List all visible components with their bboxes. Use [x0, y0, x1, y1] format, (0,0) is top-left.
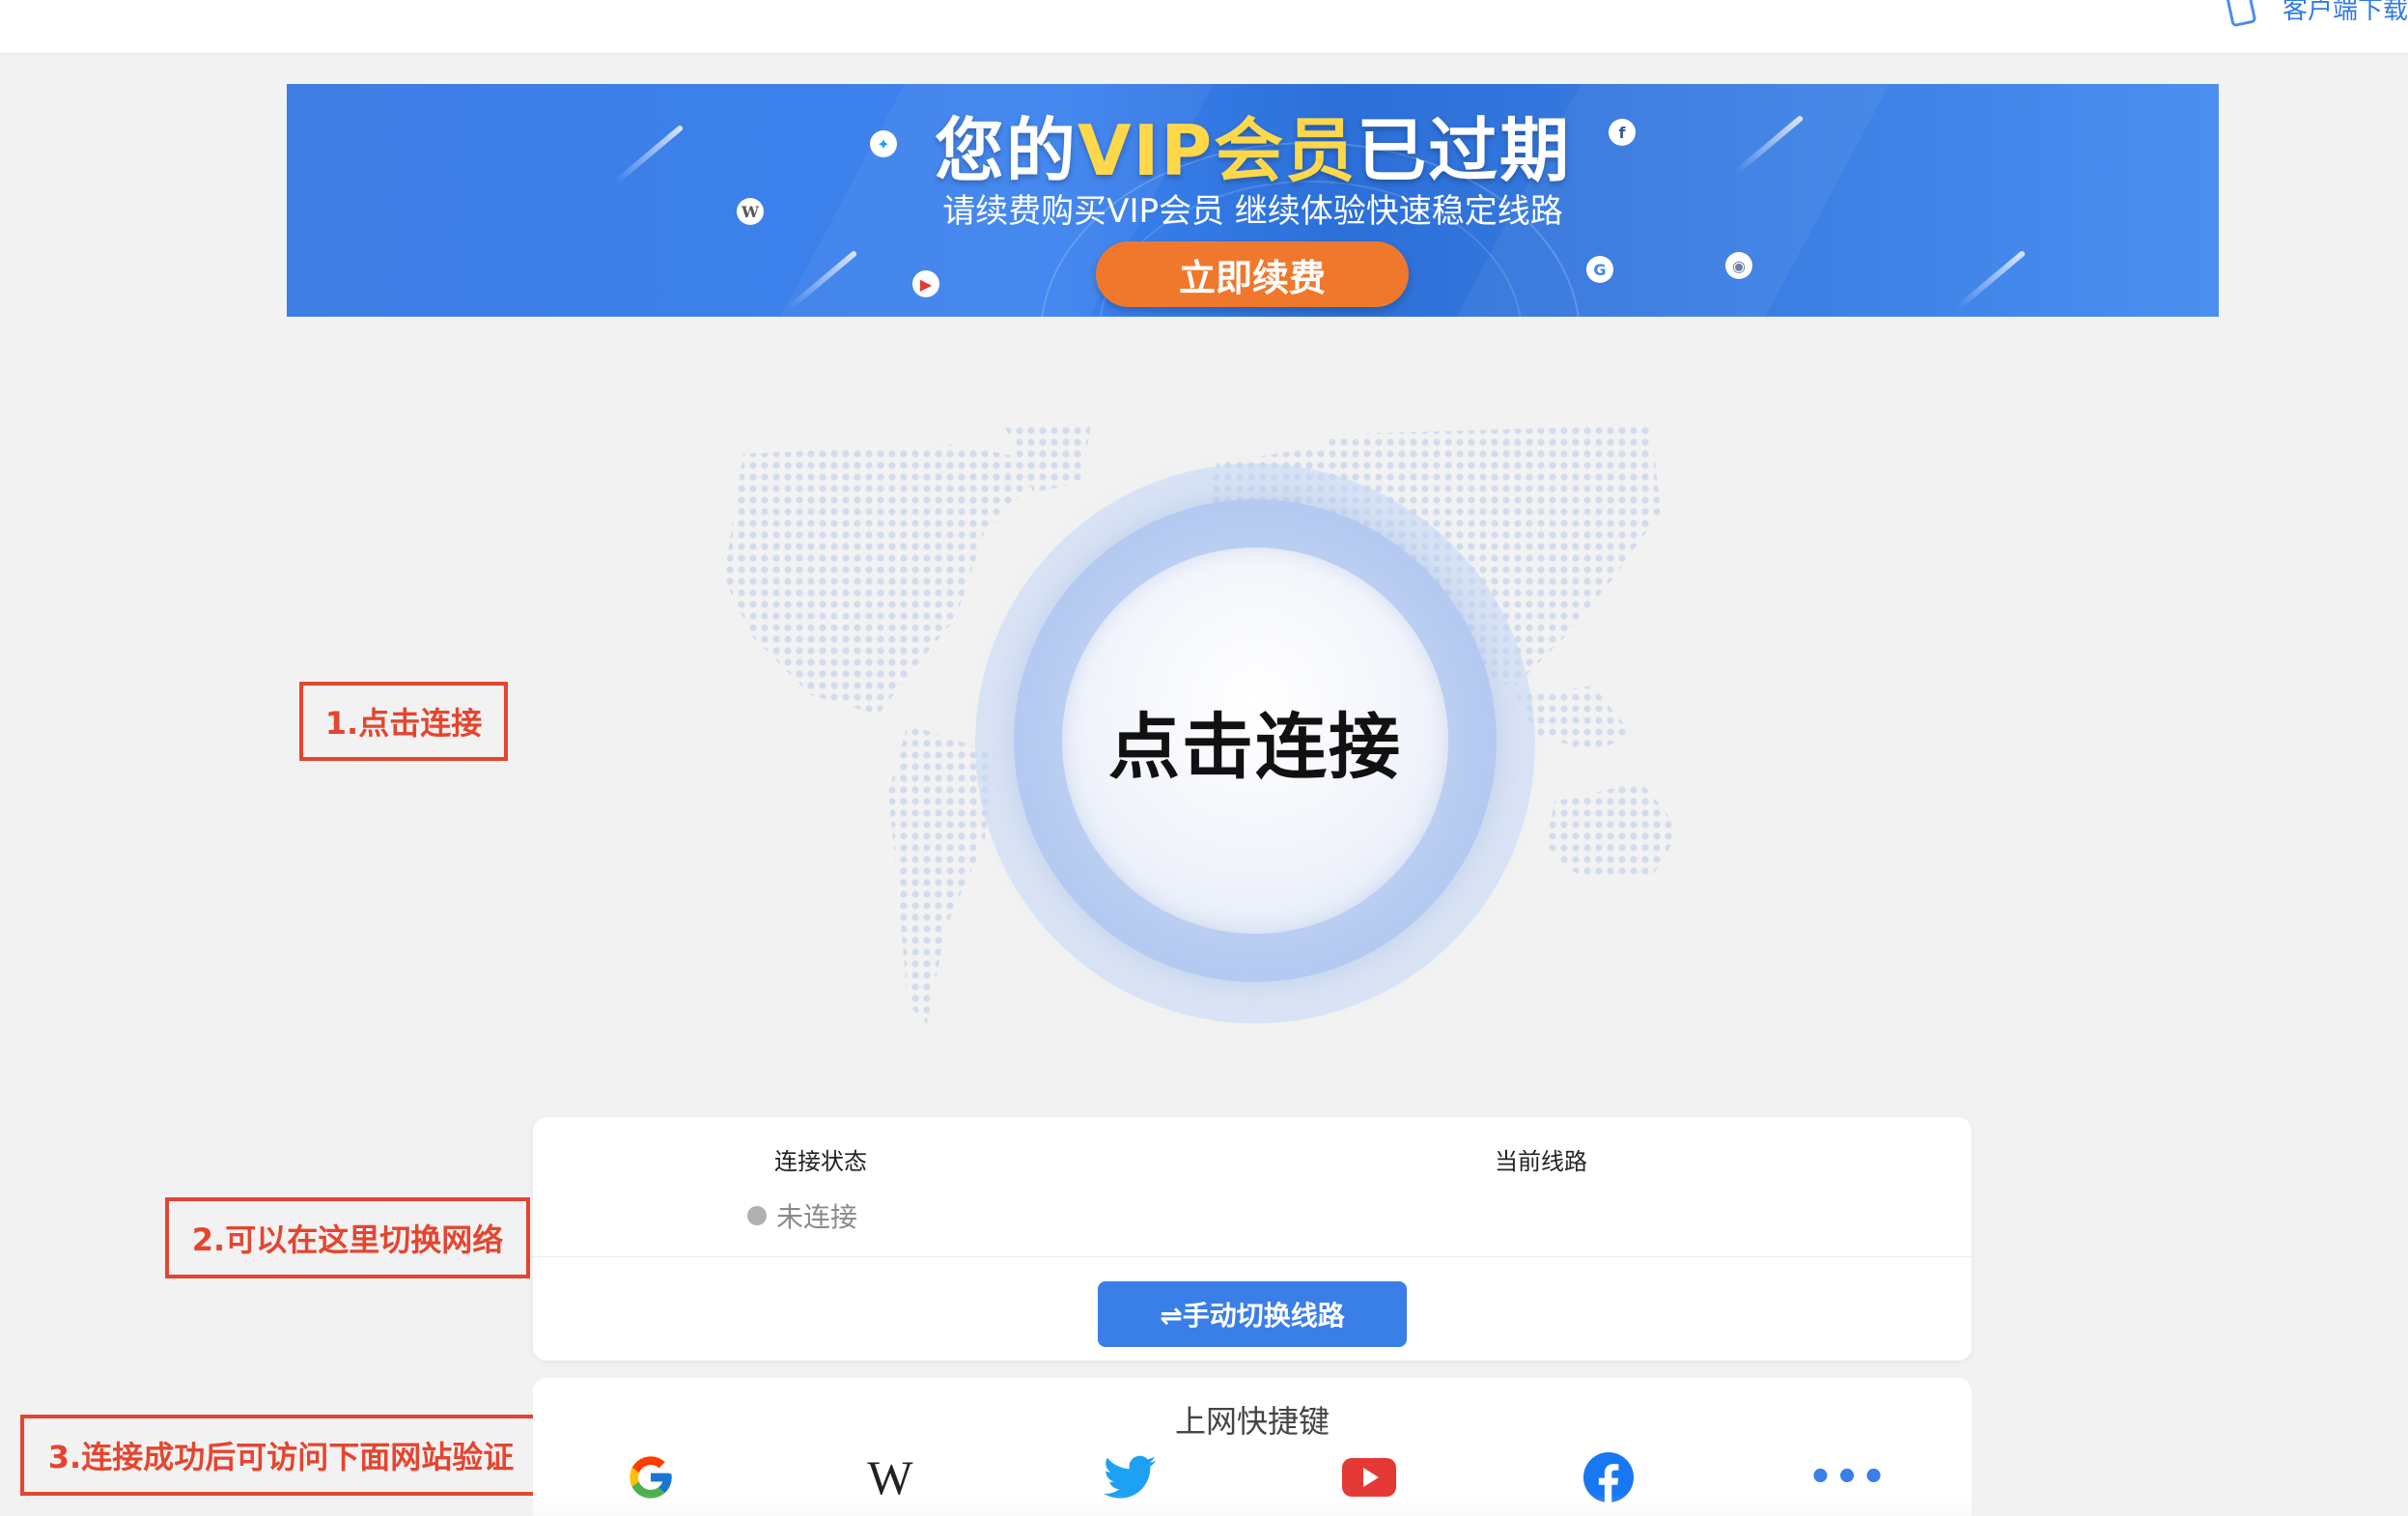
google-icon: [630, 1456, 672, 1499]
facebook-icon: [1583, 1452, 1634, 1502]
current-line-label: 当前线路: [1495, 1148, 1587, 1175]
wikipedia-icon: W: [867, 1450, 913, 1504]
card-divider: [533, 1256, 1972, 1257]
youtube-icon: ▶: [912, 270, 939, 297]
connection-status-label: 连接状态: [774, 1148, 867, 1175]
shortcuts-card: 上网快捷键 W •••: [533, 1378, 1972, 1516]
connection-status-text: 未连接: [776, 1201, 858, 1233]
manual-switch-line-button[interactable]: ⇌手动切换线路: [1098, 1281, 1407, 1347]
more-shortcuts-button[interactable]: •••: [1808, 1450, 1887, 1504]
twitter-shortcut[interactable]: [1103, 1450, 1157, 1504]
youtube-shortcut[interactable]: [1342, 1450, 1396, 1504]
annotation-step1: 1.点击连接: [299, 682, 508, 761]
youtube-icon: [1342, 1458, 1396, 1497]
more-icon: •••: [1807, 1455, 1889, 1500]
renew-button[interactable]: 立即续费: [1096, 241, 1409, 307]
rocket-icon: [1955, 249, 2027, 311]
google-icon: G: [1586, 256, 1613, 283]
banner-subtitle: 请续费购买VIP会员 继续体验快速稳定线路: [942, 192, 1563, 231]
connect-button-label: 点击连接: [1108, 705, 1402, 789]
top-bar: 客户端下载: [0, 0, 2408, 54]
banner-title-prefix: 您的: [934, 110, 1078, 191]
bottom-fade: [533, 1494, 1972, 1516]
client-download-link[interactable]: 客户端下载: [2225, 0, 2408, 28]
facebook-shortcut[interactable]: [1582, 1450, 1636, 1504]
banner-title-suffix: 已过期: [1357, 110, 1572, 191]
connect-button[interactable]: 点击连接: [1062, 547, 1448, 934]
phone-icon: [2225, 0, 2257, 28]
shortcuts-title: 上网快捷键: [1174, 1403, 1330, 1440]
twitter-icon: [1104, 1455, 1156, 1499]
banner-title-vip: VIP会员: [1077, 110, 1358, 191]
banner-title: 您的VIP会员已过期: [287, 94, 2219, 195]
connection-status-card: 连接状态 未连接 当前线路 ⇌手动切换线路: [533, 1117, 1972, 1361]
annotation-step2: 2.可以在这里切换网络: [165, 1197, 530, 1278]
annotation-step3: 3.连接成功后可访问下面网站验证: [20, 1415, 542, 1496]
connection-status-value: 未连接: [747, 1196, 857, 1235]
instagram-icon: ◉: [1725, 252, 1752, 279]
wikipedia-shortcut[interactable]: W: [863, 1450, 917, 1504]
vip-expired-banner[interactable]: ✦ W ▶ f G ◉ 您的VIP会员已过期 请续费购买VIP会员 继续体验快速…: [287, 84, 2219, 317]
status-dot-icon: [747, 1206, 767, 1225]
google-shortcut[interactable]: [624, 1450, 678, 1504]
client-download-label: 客户端下载: [2282, 0, 2408, 25]
